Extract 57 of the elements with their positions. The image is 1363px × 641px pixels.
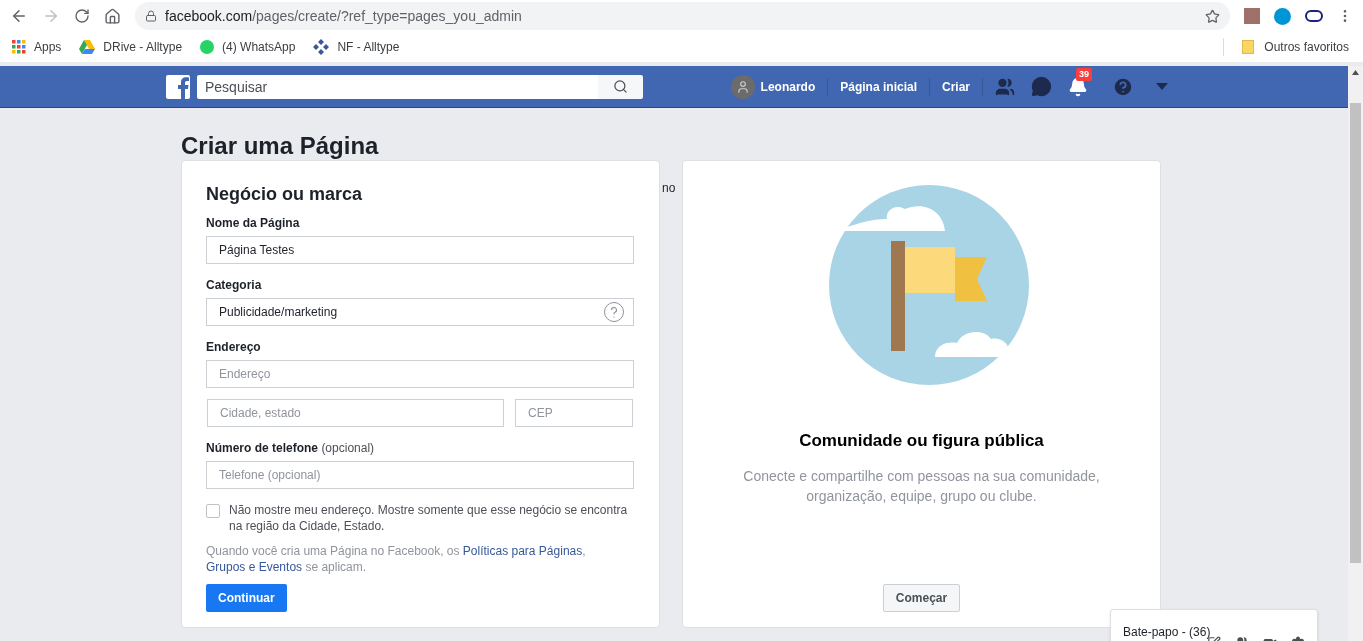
bookmark-link[interactable]: (4) WhatsApp [200,38,296,56]
card-description: Conecte e compartilhe com pessoas na sua comunidade, organização, equipe, grupo ou clube. [742,466,1101,506]
diamond-icon [313,39,330,55]
search-icon [613,79,628,94]
friends-icon[interactable] [995,76,1015,97]
partial-text: no [662,181,676,195]
messenger-icon[interactable] [1031,76,1052,97]
scrollbar[interactable] [1348,66,1363,641]
card-title: Negócio ou marca [206,183,364,205]
policy-text: Quando você cria uma Página no Facebook, os Políticas para Páginas, Grupos e Eventos se aplicam. [206,543,587,575]
checkbox-label: Não mostre meu endereço. Mostre somente que esse negócio se encontra na região da Cidade, Estado. [229,502,629,534]
reload-icon[interactable] [74,8,90,24]
nav-link[interactable]: Criar [930,77,983,96]
caret-icon[interactable] [1156,83,1168,90]
nav-link[interactable]: Página inicial [828,77,930,96]
chat-title: Bate-papo - (36) [1123,625,1211,639]
help-icon[interactable] [604,302,624,322]
field-label: Categoria [206,277,263,294]
url-text: facebook.com/pages/create/?ref_type=pages_you_admin [165,6,523,26]
page-title: Criar uma Página [181,132,380,160]
bookmark-folder-link[interactable]: Outros favoritos [1242,38,1351,56]
page-name-field[interactable]: Página Testes [206,236,634,264]
hide-address-checkbox[interactable] [206,504,220,518]
field-label: Nome da Página [206,215,301,232]
grid-icon [12,40,26,54]
phone-field[interactable]: Telefone (opcional) [206,461,634,489]
triangle-icon [79,40,96,54]
city-field[interactable]: Cidade, estado [207,399,504,427]
bookmark-link[interactable]: Apps [12,38,62,56]
logo-icon[interactable] [166,74,190,99]
field-label: Endereço [206,339,262,356]
bookmark-link[interactable]: DRive - Alltype [79,38,183,56]
card-title: Comunidade ou figura pública [799,430,1044,452]
address-field[interactable]: Endereço [206,360,634,388]
folder-icon [1242,40,1255,54]
avatar-icon [730,74,755,99]
scroll-up-icon[interactable] [1352,70,1359,75]
chat-panel[interactable]: Bate-papo - (36) [1110,609,1318,641]
search-field[interactable]: Pesquisar [197,74,598,99]
lock-icon [145,10,157,22]
bookmark-link[interactable]: NF - Alltype [313,38,400,56]
home-icon[interactable] [104,7,121,25]
back-icon[interactable] [10,7,28,25]
zip-field[interactable]: CEP [515,399,633,427]
address-bar[interactable]: facebook.com/pages/create/?ref_type=pages_you_admin [135,2,1230,30]
help-icon[interactable] [1112,75,1134,98]
notifications-icon[interactable] [1068,76,1088,97]
continue-button[interactable]: Continuar [206,584,287,612]
search-button[interactable] [598,74,643,99]
bookmark-star-icon[interactable] [1205,8,1220,24]
notification-badge: 39 [1076,67,1092,81]
start-button[interactable]: Começar [882,583,961,612]
profile-link[interactable]: Leonardo [760,77,829,96]
field-label: Número de telefone (opcional) [206,440,376,457]
policy-link[interactable]: Grupos e Eventos [206,560,303,574]
category-field[interactable]: Publicidade/marketing [206,298,634,326]
chat-bubble-icon [200,40,215,54]
